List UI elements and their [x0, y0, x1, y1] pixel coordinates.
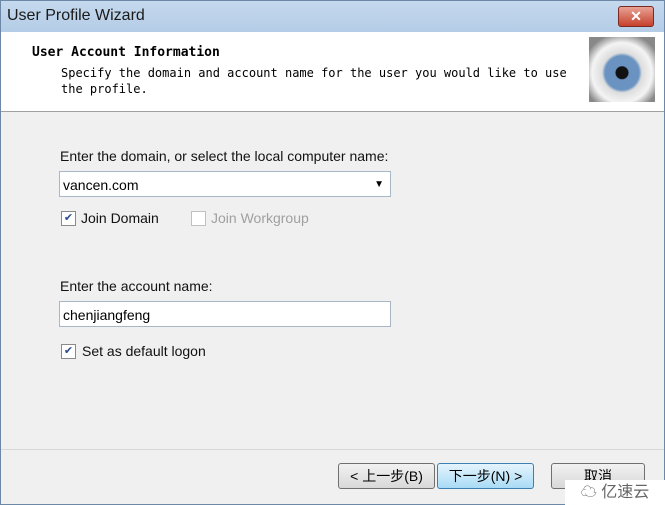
page-description: Specify the domain and account name for …	[61, 66, 567, 96]
chevron-down-icon[interactable]: ▼	[374, 172, 384, 198]
wizard-header: User Account Information Specify the dom…	[1, 32, 664, 112]
join-workgroup-label: Join Workgroup	[211, 210, 309, 226]
window-title: User Profile Wizard	[7, 7, 145, 24]
close-icon: ✕	[630, 8, 642, 24]
account-value: chenjiangfeng	[63, 307, 151, 323]
wizard-window: User Profile Wizard ✕ User Account Infor…	[0, 0, 665, 505]
watermark-text: 亿速云	[601, 484, 650, 501]
join-domain-checkbox[interactable]: ✔	[61, 211, 76, 226]
domain-combobox[interactable]: vancen.com ▼	[59, 171, 391, 197]
default-logon-checkbox[interactable]: ✔	[61, 344, 76, 359]
default-logon-label: Set as default logon	[82, 343, 206, 359]
join-domain-label: Join Domain	[81, 210, 159, 226]
title-bar: User Profile Wizard ✕	[1, 1, 664, 32]
next-button[interactable]: 下一步(N) >	[437, 463, 534, 489]
page-title: User Account Information	[32, 45, 220, 60]
join-workgroup-checkbox[interactable]	[191, 211, 206, 226]
divider	[1, 449, 664, 450]
domain-value: vancen.com	[63, 177, 139, 193]
back-button[interactable]: < 上一步(B)	[338, 463, 435, 489]
close-button[interactable]: ✕	[618, 6, 654, 27]
domain-label: Enter the domain, or select the local co…	[60, 148, 389, 164]
eye-image	[589, 37, 655, 102]
account-name-input[interactable]: chenjiangfeng	[59, 301, 391, 327]
watermark-logo: ☁ 亿速云	[565, 480, 665, 505]
account-label: Enter the account name:	[60, 278, 213, 294]
